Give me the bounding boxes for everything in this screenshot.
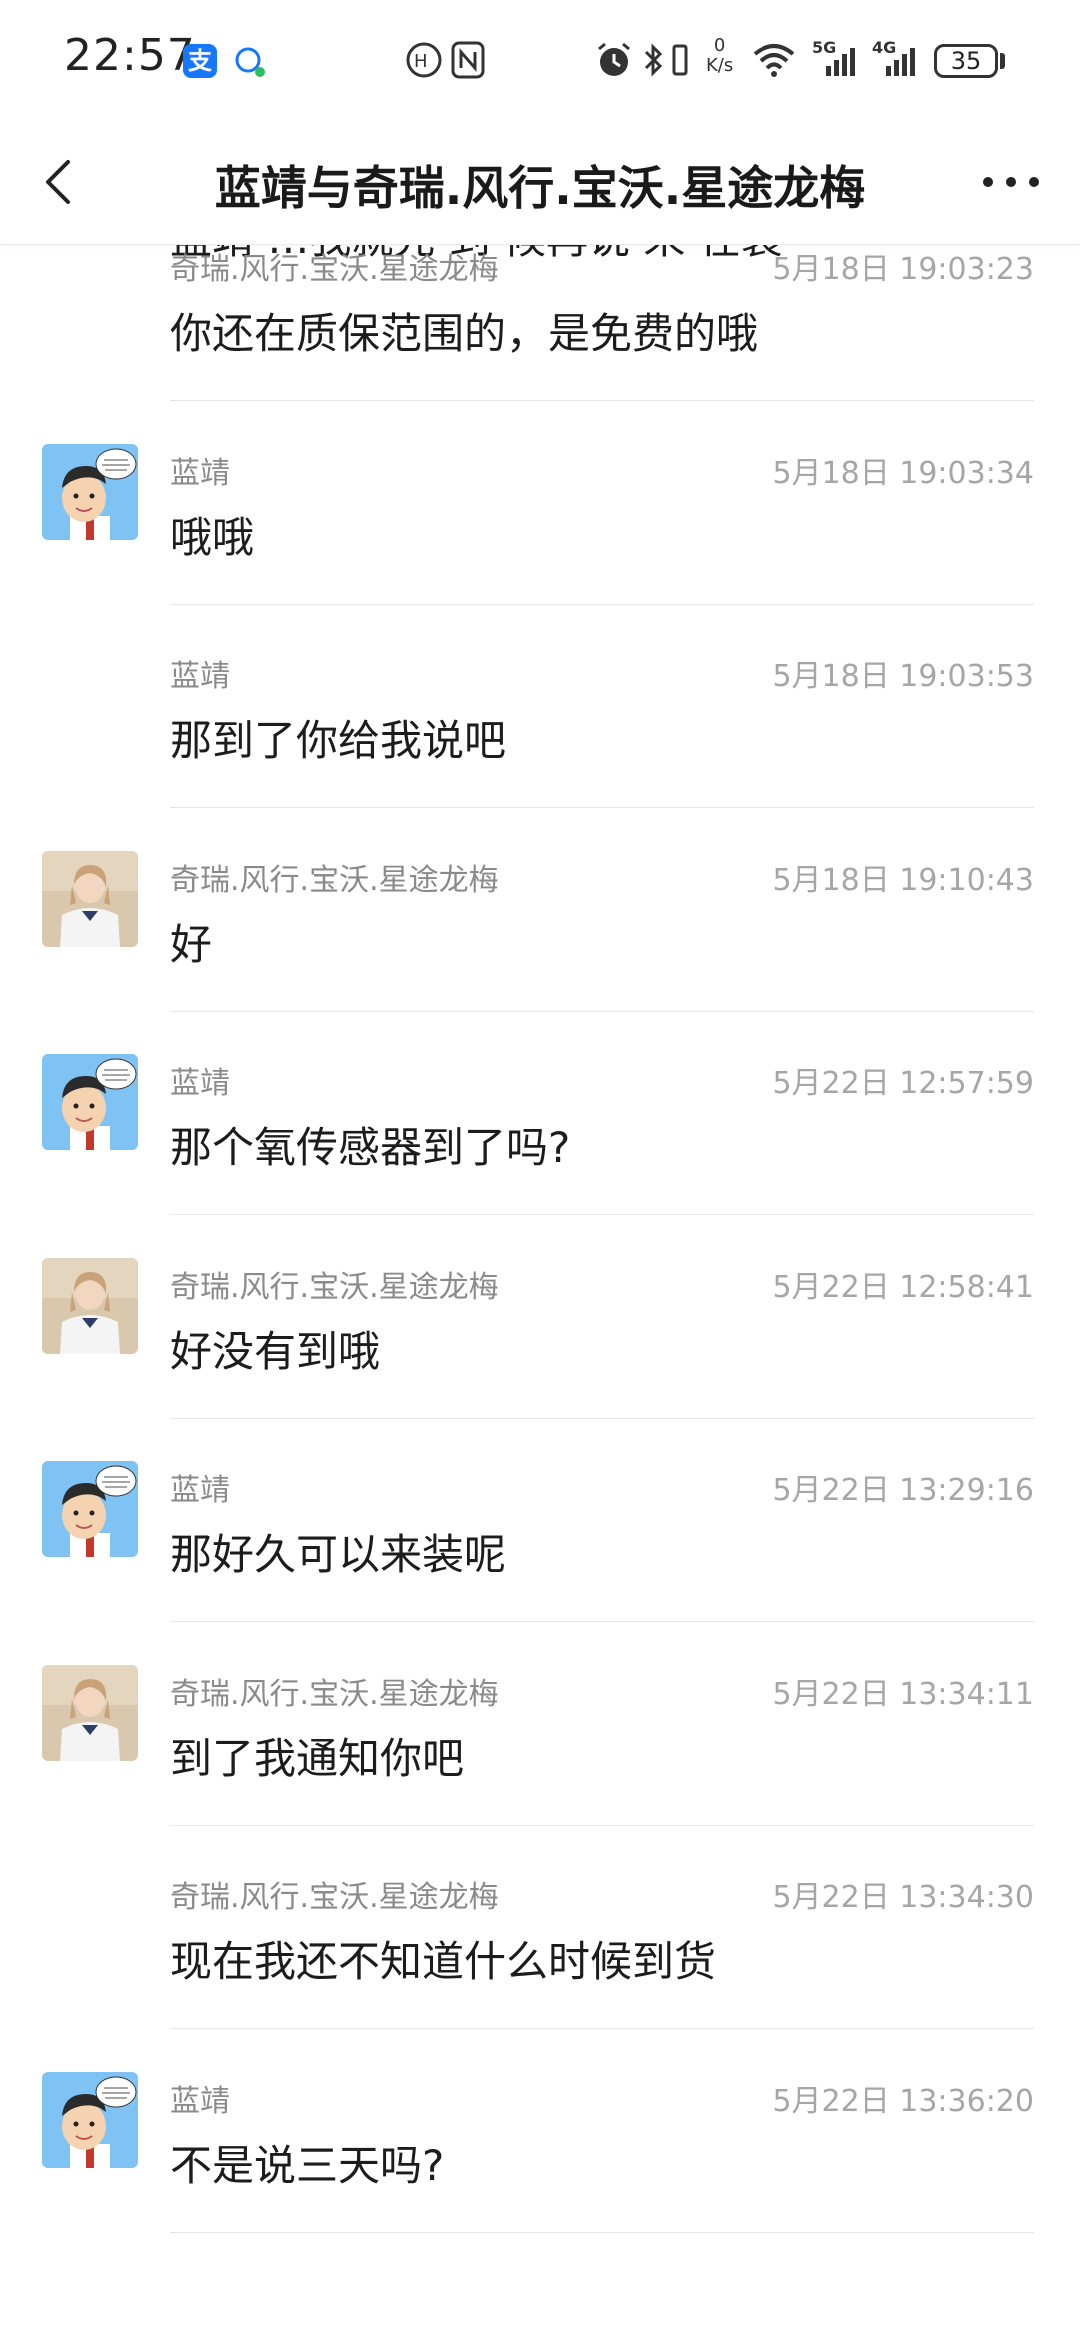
sender-name: 奇瑞.风行.宝沃.星途龙梅: [170, 1676, 499, 1712]
avatar[interactable]: [42, 2071, 138, 2168]
back-arrow-icon[interactable]: [30, 150, 94, 214]
divider: [170, 1214, 1034, 1215]
message-timestamp: 5月18日 19:03:53: [772, 659, 1034, 694]
list-item[interactable]: 奇瑞.风行.宝沃.星途龙梅 5月22日 13:34:30 现在我还不知道什么时候到货: [0, 1828, 1080, 2029]
signal-5g-icon: [826, 48, 855, 76]
vibrate-icon: [672, 44, 688, 76]
message-text: 好没有到哦: [170, 1326, 381, 1376]
network-speed: 0 K/s: [706, 35, 734, 76]
message-text: 好: [170, 919, 213, 969]
divider: [170, 400, 1034, 401]
avatar[interactable]: [42, 1461, 138, 1557]
message-timestamp: 5月22日 13:34:11: [772, 1676, 1034, 1712]
sender-name: 蓝靖: [170, 659, 230, 694]
status-time: 22:57: [64, 30, 196, 81]
divider: [170, 1010, 1034, 1012]
sender-name: 蓝靖: [170, 1066, 230, 1101]
avatar[interactable]: [42, 1664, 138, 1761]
bluetooth-icon: [644, 43, 663, 77]
list-item[interactable]: 蓝靖 5月18日 19:03:34 哦哦: [0, 404, 1080, 605]
alipay-icon: 支: [183, 44, 217, 78]
divider: [170, 2231, 1034, 2233]
more-options-icon[interactable]: [966, 150, 1056, 214]
message-text: 那个氧传感器到了吗?: [170, 1123, 571, 1172]
divider: [170, 1417, 1034, 1419]
message-timestamp: 5月22日 13:36:20: [772, 2083, 1034, 2119]
sender-name: 奇瑞.风行.宝沃.星途龙梅: [170, 862, 499, 898]
chat-bubble-icon: [235, 47, 265, 77]
wifi-icon: [753, 44, 795, 77]
message-text: 哦哦: [170, 512, 255, 562]
message-text: 你还在质保范围的，是免费的哦: [170, 309, 759, 358]
message-text: 那好久可以来装呢: [170, 1530, 507, 1579]
message-text: 那到了你给我说吧: [170, 716, 507, 765]
sender-name: 蓝靖: [170, 2083, 230, 2119]
battery-tip: [1000, 53, 1005, 69]
sender-name: 奇瑞.风行.宝沃.星途龙梅: [170, 252, 499, 287]
message-timestamp: 5月22日 12:58:41: [772, 1269, 1034, 1305]
battery-icon: 35: [934, 44, 998, 78]
avatar[interactable]: [42, 443, 138, 540]
list-item[interactable]: 奇瑞.风行.宝沃.星途龙梅 5月18日 19:03:23 你还在质保范围的，是免费的…: [0, 245, 1080, 401]
message-text: 现在我还不知道什么时候到货: [170, 1937, 717, 1986]
list-item[interactable]: 奇瑞.风行.宝沃.星途龙梅 5月18日 19:10:43 好: [0, 811, 1080, 1012]
divider: [170, 807, 1034, 808]
list-item[interactable]: 蓝靖 5月22日 13:29:16 那好久可以来装呢: [0, 1421, 1080, 1622]
list-item[interactable]: 蓝靖 5月22日 12:57:59 那个氧传感器到了吗?: [0, 1014, 1080, 1215]
message-timestamp: 5月18日 19:03:23: [772, 252, 1034, 287]
message-timestamp: 5月22日 13:34:30: [772, 1880, 1034, 1915]
page-title: 蓝靖与奇瑞.风行.宝沃.星途龙梅: [214, 161, 866, 215]
sender-name: 蓝靖: [170, 1473, 230, 1508]
avatar[interactable]: [42, 1257, 138, 1354]
list-item[interactable]: 奇瑞.风行.宝沃.星途龙梅 5月22日 12:58:41 好没有到哦: [0, 1218, 1080, 1419]
divider: [170, 603, 1034, 605]
avatar[interactable]: [42, 1054, 138, 1150]
list-item[interactable]: 蓝靖 5月18日 19:03:53 那到了你给我说吧: [0, 607, 1080, 808]
signal-4g-icon: [886, 48, 915, 76]
status-bar: 22:57 支 H 0 K/s 5G 4G 35: [0, 0, 1080, 120]
chat-header: 蓝靖与奇瑞.风行.宝沃.星途龙梅: [0, 120, 1080, 245]
alarm-icon: [598, 42, 630, 76]
sender-name: 奇瑞.风行.宝沃.星途龙梅: [170, 1880, 499, 1915]
message-text: 不是说三天吗?: [170, 2140, 445, 2190]
message-list[interactable]: 蓝靖 …我就先 到 候再说 来 在装 奇瑞.风行.宝沃.星途龙梅5月18日 19…: [0, 245, 1080, 2340]
message-text: 到了我通知你吧: [170, 1733, 465, 1783]
message-timestamp: 5月18日 19:03:34: [772, 455, 1034, 491]
list-item[interactable]: 奇瑞.风行.宝沃.星途龙梅 5月22日 13:34:11 到了我通知你吧: [0, 1625, 1080, 1826]
list-item[interactable]: 蓝靖 5月22日 13:36:20 不是说三天吗?: [0, 2032, 1080, 2233]
message-timestamp: 5月18日 19:10:43: [772, 862, 1034, 898]
sender-name: 蓝靖: [170, 455, 230, 491]
nfc-icon: [451, 41, 485, 79]
message-timestamp: 5月22日 12:57:59: [772, 1066, 1034, 1101]
hd-call-icon: H: [406, 42, 442, 78]
divider: [170, 1621, 1034, 1622]
divider: [170, 2028, 1034, 2029]
sender-name: 奇瑞.风行.宝沃.星途龙梅: [170, 1269, 499, 1305]
svg-text:H: H: [414, 51, 428, 72]
divider: [170, 1824, 1034, 1826]
avatar[interactable]: [42, 850, 138, 947]
message-timestamp: 5月22日 13:29:16: [772, 1473, 1034, 1508]
